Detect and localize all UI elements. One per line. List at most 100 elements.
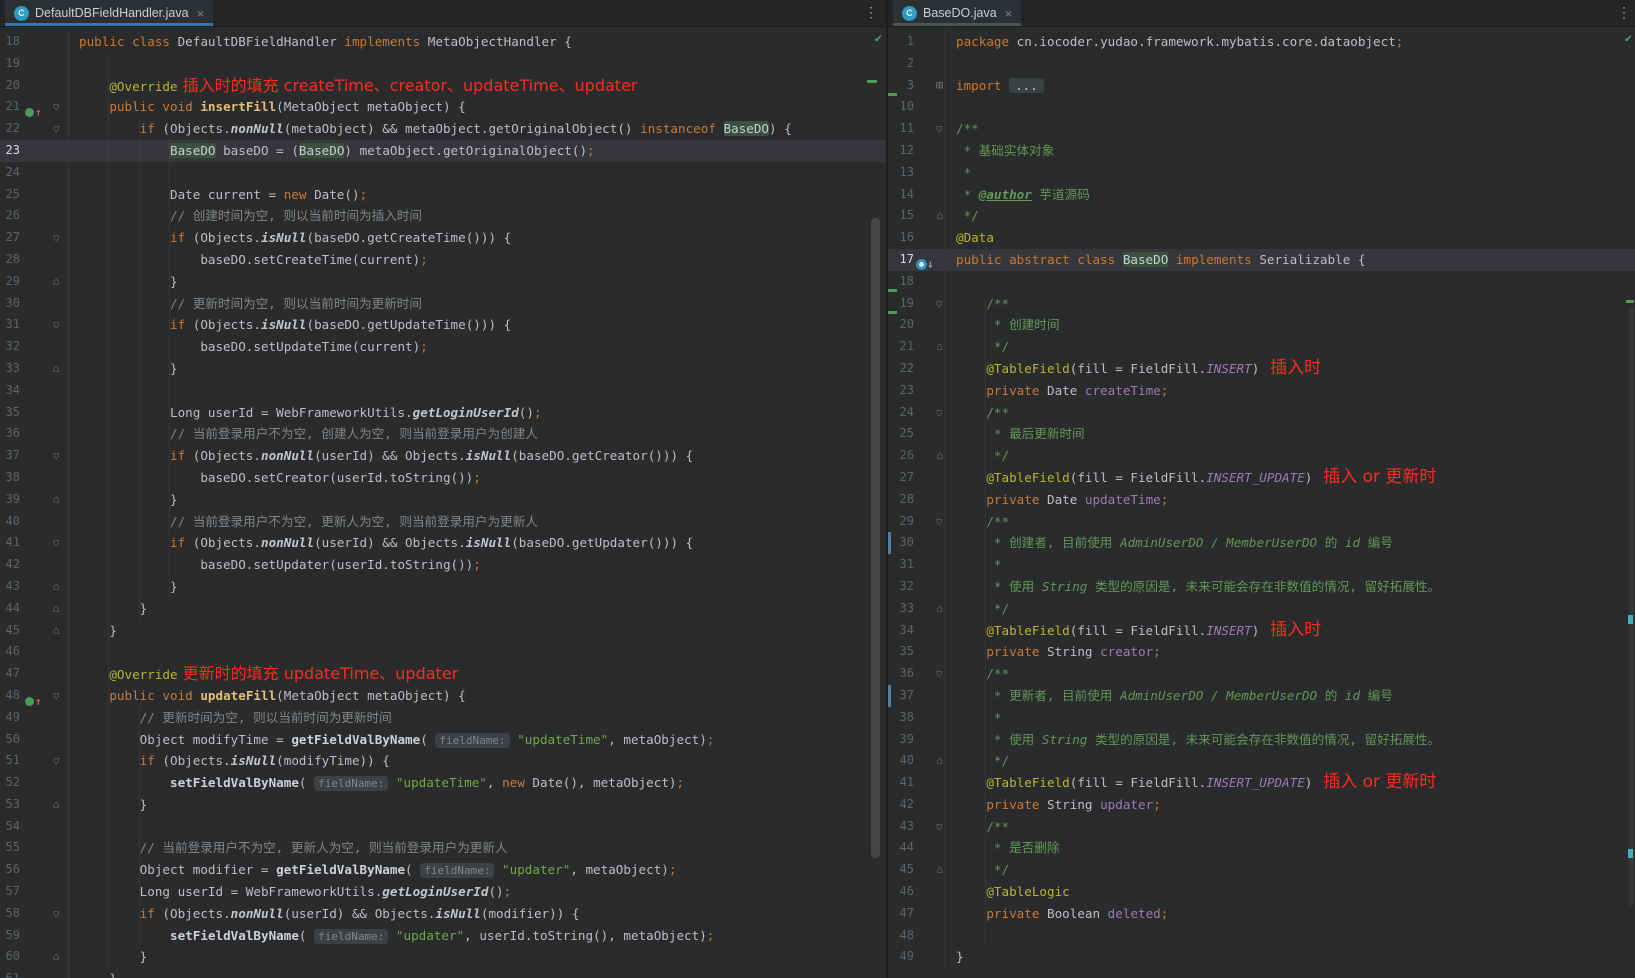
code-text[interactable]: Long userId = WebFrameworkUtils.getLogin… xyxy=(68,881,886,903)
code-line[interactable]: 14 * @author 芋道源码 xyxy=(888,184,1635,206)
code-text[interactable] xyxy=(945,271,1635,293)
line-number[interactable]: 41 xyxy=(0,532,20,554)
code-line[interactable]: 48↑⌂ public void updateFill(MetaObject m… xyxy=(0,685,886,707)
line-number[interactable]: 43 xyxy=(892,816,914,838)
highlighted-identifier[interactable]: BaseDO xyxy=(170,143,216,158)
line-number[interactable]: 50 xyxy=(0,729,20,751)
line-number[interactable]: 11 xyxy=(892,118,914,140)
line-number[interactable]: 45 xyxy=(892,859,914,881)
code-line[interactable]: 38 baseDO.setCreator(userId.toString()); xyxy=(0,467,886,489)
fold-marker-icon[interactable]: ⌂ xyxy=(934,205,945,227)
code-text[interactable]: /** xyxy=(945,663,1635,685)
line-number[interactable]: 12 xyxy=(892,140,914,162)
code-text[interactable] xyxy=(68,53,886,75)
code-text[interactable]: } xyxy=(68,489,886,511)
code-line[interactable]: 34 @TableField(fill = FieldFill.INSERT) … xyxy=(888,620,1635,642)
line-number[interactable]: 46 xyxy=(892,881,914,903)
line-number[interactable]: 41 xyxy=(892,772,914,794)
code-line[interactable]: 29⌂ /** xyxy=(888,511,1635,533)
usage-stripe-mark[interactable] xyxy=(1628,849,1633,858)
code-line[interactable]: 44 * 是否删除 xyxy=(888,837,1635,859)
line-number[interactable]: 43 xyxy=(0,576,20,598)
line-number[interactable]: 29 xyxy=(0,271,20,293)
line-number[interactable]: 27 xyxy=(0,227,20,249)
code-line[interactable]: 20 @Override 插入时的填充 createTime、creator、u… xyxy=(0,75,886,97)
fold-marker-icon[interactable]: ⌂ xyxy=(934,663,945,685)
code-line[interactable]: 44⌂ } xyxy=(0,598,886,620)
code-text[interactable]: public class DefaultDBFieldHandler imple… xyxy=(68,31,886,53)
code-line[interactable]: 28 baseDO.setCreateTime(current); xyxy=(0,249,886,271)
code-line[interactable]: 21⌂ */ xyxy=(888,336,1635,358)
fold-marker-icon[interactable]: ⌂ xyxy=(44,903,68,925)
highlighted-identifier[interactable]: BaseDO xyxy=(1123,252,1169,267)
code-line[interactable]: 54 xyxy=(0,816,886,838)
close-icon[interactable]: × xyxy=(197,7,205,20)
tab-options-icon[interactable]: ⋮ xyxy=(864,5,878,21)
code-text[interactable]: * 基础实体对象 xyxy=(945,140,1635,162)
line-number[interactable]: 16 xyxy=(892,227,914,249)
code-line[interactable]: 21↑⌂ public void insertFill(MetaObject m… xyxy=(0,96,886,118)
line-number[interactable]: 32 xyxy=(0,336,20,358)
code-line[interactable]: 45⌂ */ xyxy=(888,859,1635,881)
code-line[interactable]: 51⌂ if (Objects.isNull(modifyTime)) { xyxy=(0,750,886,772)
code-line[interactable]: 23 BaseDO baseDO = (BaseDO) metaObject.g… xyxy=(0,140,886,162)
code-line[interactable]: 40⌂ */ xyxy=(888,750,1635,772)
fold-marker-icon[interactable]: ⌂ xyxy=(44,794,68,816)
fold-marker-icon[interactable]: ⌂ xyxy=(44,685,68,707)
code-line[interactable]: 17↓public abstract class BaseDO implemen… xyxy=(888,249,1635,271)
inspections-ok-icon[interactable]: ✔ xyxy=(1625,31,1632,45)
line-number[interactable]: 28 xyxy=(0,249,20,271)
code-text[interactable]: */ xyxy=(945,859,1635,881)
line-number[interactable]: 36 xyxy=(892,663,914,685)
code-text[interactable]: private Boolean deleted; xyxy=(945,903,1635,925)
line-number[interactable]: 51 xyxy=(0,750,20,772)
code-line[interactable]: 30 // 更新时间为空, 则以当前时间为更新时间 xyxy=(0,293,886,315)
vcs-add-marker[interactable] xyxy=(888,311,897,314)
code-line[interactable]: 10 xyxy=(888,96,1635,118)
fold-marker-icon[interactable]: ⌂ xyxy=(44,96,68,118)
line-number[interactable]: 31 xyxy=(0,314,20,336)
fold-marker-icon[interactable]: ⌂ xyxy=(44,576,68,598)
code-text[interactable]: } xyxy=(68,620,886,642)
code-text[interactable]: // 更新时间为空, 则以当前时间为更新时间 xyxy=(68,293,886,315)
code-text[interactable]: * 创建者, 目前使用 AdminUserDO / MemberUserDO 的… xyxy=(945,532,1635,554)
code-line[interactable]: 22 @TableField(fill = FieldFill.INSERT) … xyxy=(888,358,1635,380)
code-line[interactable]: 31 * xyxy=(888,554,1635,576)
line-number[interactable]: 37 xyxy=(892,685,914,707)
fold-marker-icon[interactable]: ⌂ xyxy=(44,598,68,620)
line-number[interactable]: 23 xyxy=(0,140,20,162)
code-text[interactable]: @TableField(fill = FieldFill.INSERT_UPDA… xyxy=(945,467,1635,489)
code-text[interactable]: * xyxy=(945,162,1635,184)
fold-marker-icon[interactable]: ⌂ xyxy=(934,750,945,772)
line-number[interactable]: 40 xyxy=(892,750,914,772)
line-number[interactable]: 35 xyxy=(0,402,20,424)
code-text[interactable] xyxy=(68,641,886,663)
line-number[interactable]: 59 xyxy=(0,925,20,947)
code-line[interactable]: 47 private Boolean deleted; xyxy=(888,903,1635,925)
code-line[interactable]: 36 // 当前登录用户不为空, 创建人为空, 则当前登录用户为创建人 xyxy=(0,423,886,445)
line-number[interactable]: 2 xyxy=(892,53,914,75)
line-number[interactable]: 26 xyxy=(0,205,20,227)
code-text[interactable]: baseDO.setUpdater(userId.toString()); xyxy=(68,554,886,576)
fold-marker-icon[interactable]: ⌂ xyxy=(44,358,68,380)
line-number[interactable]: 56 xyxy=(0,859,20,881)
code-text[interactable]: /** xyxy=(945,293,1635,315)
code-text[interactable]: /** xyxy=(945,511,1635,533)
code-line[interactable]: 38 * xyxy=(888,707,1635,729)
code-line[interactable]: 39⌂ } xyxy=(0,489,886,511)
fold-marker-icon[interactable]: ⌂ xyxy=(934,445,945,467)
code-line[interactable]: 20 * 创建时间 xyxy=(888,314,1635,336)
code-line[interactable]: 56 Object modifier = getFieldValByName( … xyxy=(0,859,886,881)
code-text[interactable]: * xyxy=(945,707,1635,729)
line-number[interactable]: 38 xyxy=(0,467,20,489)
vcs-add-marker[interactable] xyxy=(888,93,897,96)
line-number[interactable]: 24 xyxy=(0,162,20,184)
line-number[interactable]: 36 xyxy=(0,423,20,445)
code-text[interactable]: * 使用 String 类型的原因是, 未来可能会存在非数值的情况, 留好拓展性… xyxy=(945,576,1635,598)
line-number[interactable]: 57 xyxy=(0,881,20,903)
code-text[interactable]: private Date createTime; xyxy=(945,380,1635,402)
code-line[interactable]: 37 * 更新者, 目前使用 AdminUserDO / MemberUserD… xyxy=(888,685,1635,707)
code-line[interactable]: 32 baseDO.setUpdateTime(current); xyxy=(0,336,886,358)
code-line[interactable]: 59 setFieldValByName( fieldName: "update… xyxy=(0,925,886,947)
code-text[interactable]: setFieldValByName( fieldName: "updater",… xyxy=(68,925,886,947)
